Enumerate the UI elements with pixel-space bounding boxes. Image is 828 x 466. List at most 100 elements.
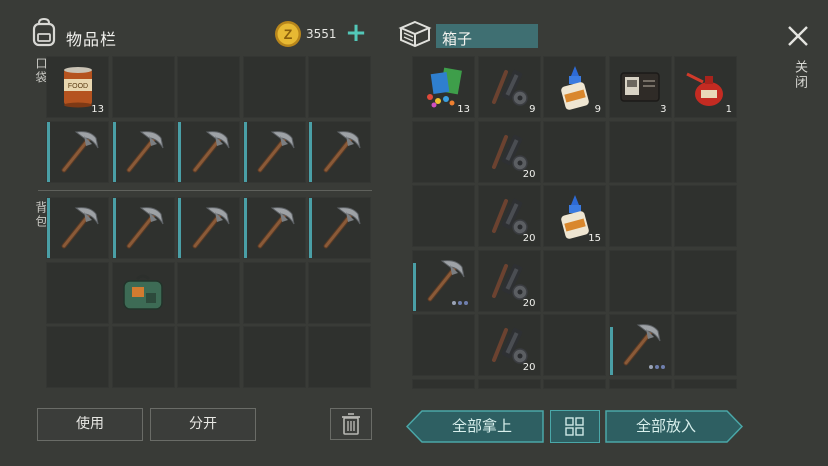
empty-slot[interactable]: [177, 261, 240, 324]
gun-parts-slot[interactable]: 20: [477, 120, 541, 183]
empty-slot[interactable]: [242, 326, 306, 388]
empty-slot[interactable]: [308, 261, 371, 324]
empty-slot[interactable]: [674, 249, 737, 312]
add-currency-button[interactable]: +: [344, 20, 368, 46]
empty-slot[interactable]: [46, 326, 109, 388]
empty-slot[interactable]: [608, 185, 672, 247]
empty-slot[interactable]: [674, 120, 737, 183]
pickaxe-icon: [257, 130, 295, 172]
item-quantity: 9: [594, 104, 601, 115]
leather-wallet-slot[interactable]: 3: [608, 56, 672, 118]
empty-slot[interactable]: [608, 379, 672, 389]
empty-slot[interactable]: [111, 326, 175, 388]
medkit-bag-icon: [123, 274, 163, 310]
pickaxe-slot[interactable]: [111, 197, 175, 259]
coin-icon: Z: [274, 20, 302, 48]
pickaxe-slot[interactable]: [46, 197, 109, 259]
canned-food-icon: FOOD: [63, 67, 92, 108]
canned-food-slot[interactable]: FOOD 13: [46, 56, 109, 118]
empty-slot[interactable]: [674, 185, 737, 247]
glue-slot[interactable]: 9: [543, 56, 606, 118]
empty-slot[interactable]: [412, 185, 475, 247]
inventory-title: 物品栏: [66, 30, 118, 49]
empty-slot[interactable]: [308, 56, 371, 118]
durability-bar: [178, 198, 181, 258]
pickaxe-slot[interactable]: [412, 249, 475, 312]
grid-icon: [565, 417, 584, 436]
pickaxe-slot[interactable]: [46, 120, 109, 183]
pickaxe-icon: [323, 207, 360, 249]
item-quantity: 13: [91, 104, 104, 115]
empty-slot[interactable]: [608, 120, 672, 183]
empty-slot[interactable]: [543, 379, 606, 389]
box-icon: [398, 19, 432, 49]
empty-slot[interactable]: [543, 314, 606, 376]
pickaxe-icon: [192, 130, 229, 172]
svg-text:Z: Z: [284, 26, 293, 42]
pickaxe-icon: [61, 207, 98, 249]
pickaxe-slot[interactable]: [308, 197, 371, 259]
pickaxe-slot[interactable]: [608, 314, 672, 376]
empty-slot[interactable]: [308, 326, 371, 388]
empty-slot[interactable]: [412, 314, 475, 376]
take-all-button[interactable]: 全部拿上: [406, 410, 544, 443]
put-all-button[interactable]: 全部放入: [605, 410, 743, 443]
craft-parts-slot[interactable]: 13: [412, 56, 475, 118]
empty-slot[interactable]: [543, 249, 606, 312]
empty-slot[interactable]: [111, 56, 175, 118]
item-quantity: 15: [588, 233, 601, 244]
oil-can-icon: [685, 72, 723, 106]
take-all-label: 全部拿上: [451, 417, 512, 435]
currency-count: 3551: [306, 27, 337, 41]
item-quantity: 20: [522, 297, 536, 309]
use-button[interactable]: 使用: [37, 408, 143, 441]
sort-grid-button[interactable]: [550, 410, 600, 443]
close-label[interactable]: 关闭: [790, 60, 809, 90]
pickaxe-icon: [126, 207, 164, 249]
pickaxe-slot[interactable]: [111, 120, 175, 183]
empty-slot[interactable]: [242, 56, 306, 118]
durability-bar: [413, 262, 416, 311]
item-quantity: 13: [457, 104, 470, 115]
split-button[interactable]: 分开: [150, 408, 256, 441]
pickaxe-slot[interactable]: [242, 120, 306, 183]
quality-dots: [452, 300, 468, 305]
empty-slot[interactable]: [674, 314, 737, 376]
durability-bar: [47, 121, 50, 182]
close-button[interactable]: [786, 24, 810, 48]
gun-parts-slot[interactable]: 20: [477, 185, 541, 247]
item-quantity: 20: [522, 233, 536, 244]
glue-slot[interactable]: 15: [543, 185, 606, 247]
durability-bar: [112, 121, 116, 182]
trash-button[interactable]: [330, 408, 372, 440]
gun-parts-slot[interactable]: 9: [477, 56, 541, 118]
section-divider: [38, 190, 372, 191]
pickaxe-slot[interactable]: [308, 120, 371, 183]
pickaxe-slot[interactable]: [177, 120, 240, 183]
empty-slot[interactable]: [177, 326, 240, 388]
durability-bar: [178, 121, 181, 182]
oil-can-slot[interactable]: 1: [674, 56, 737, 118]
gun-parts-slot[interactable]: 20: [477, 249, 541, 312]
empty-slot[interactable]: [412, 379, 475, 389]
empty-slot[interactable]: [477, 379, 541, 389]
pickaxe-icon: [323, 130, 360, 172]
pickaxe-slot[interactable]: [242, 197, 306, 259]
empty-slot[interactable]: [177, 56, 240, 118]
empty-slot[interactable]: [46, 261, 109, 324]
empty-slot[interactable]: [674, 379, 737, 389]
empty-slot[interactable]: [412, 120, 475, 183]
medkit-bag-slot[interactable]: [111, 261, 175, 324]
svg-text:FOOD: FOOD: [67, 83, 87, 90]
pickaxe-icon: [61, 130, 98, 172]
item-quantity: 20: [522, 362, 536, 373]
empty-slot[interactable]: [242, 261, 306, 324]
durability-bar: [309, 198, 312, 258]
gun-parts-slot[interactable]: 20: [477, 314, 541, 376]
gun-parts-icon: [492, 69, 528, 106]
box-title: 箱子: [442, 30, 473, 48]
pickaxe-slot[interactable]: [177, 197, 240, 259]
empty-slot[interactable]: [543, 120, 606, 183]
empty-slot[interactable]: [608, 249, 672, 312]
pickaxe-icon: [126, 130, 164, 172]
